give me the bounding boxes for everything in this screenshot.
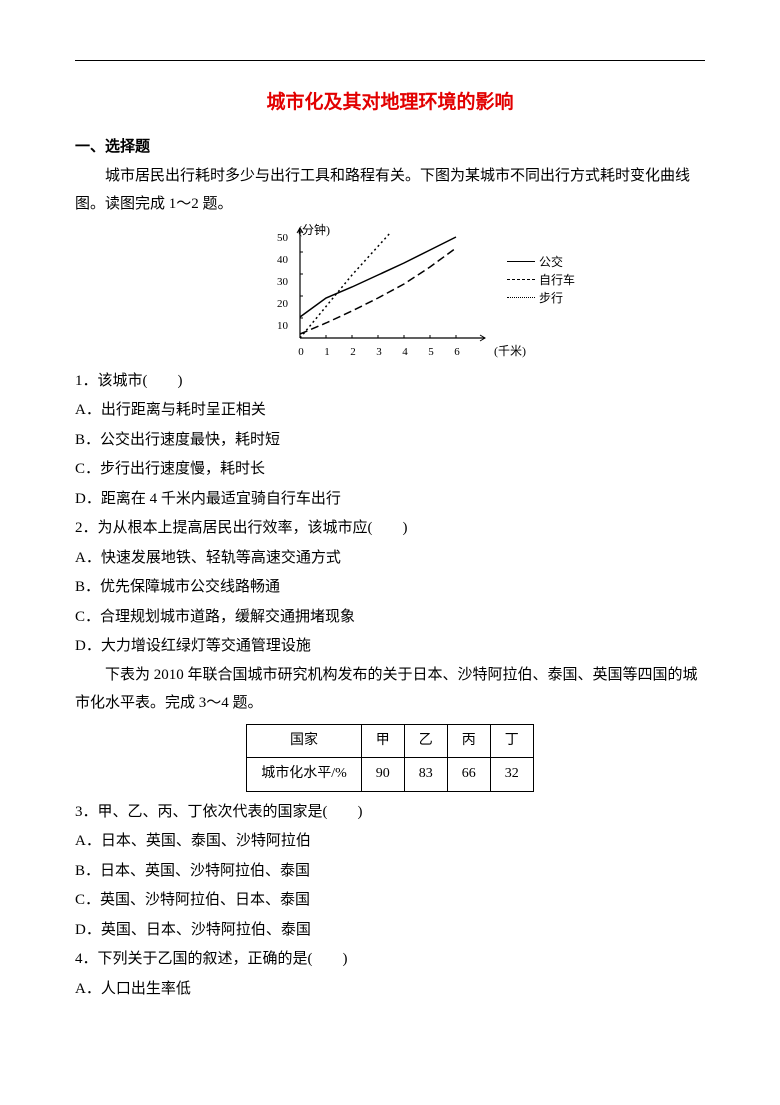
table-cell: 城市化水平/% xyxy=(247,758,362,792)
q4-stem: 4．下列关于乙国的叙述，正确的是( ) xyxy=(75,945,705,974)
q3-opt-b: B．日本、英国、沙特阿拉伯、泰国 xyxy=(75,857,705,886)
legend-item: 公交 xyxy=(507,253,575,271)
table-row: 国家 甲 乙 丙 丁 xyxy=(247,724,534,758)
q3-opt-a: A．日本、英国、泰国、沙特阿拉伯 xyxy=(75,827,705,856)
legend-label: 步行 xyxy=(539,289,563,307)
table-cell: 83 xyxy=(404,758,447,792)
page-title: 城市化及其对地理环境的影响 xyxy=(75,85,705,121)
x-tick: 4 xyxy=(392,342,418,363)
y-tick: 40 xyxy=(268,255,288,277)
x-axis-label: (千米) xyxy=(494,340,526,363)
section-heading: 一、选择题 xyxy=(75,133,705,162)
x-tick: 1 xyxy=(314,342,340,363)
x-tick: 3 xyxy=(366,342,392,363)
table-cell: 66 xyxy=(447,758,490,792)
legend-label: 自行车 xyxy=(539,271,575,289)
q1-stem: 1．该城市( ) xyxy=(75,367,705,396)
q2-opt-a: A．快速发展地铁、轻轨等高速交通方式 xyxy=(75,544,705,573)
x-tick: 0 xyxy=(288,342,314,363)
q3-opt-c: C．英国、沙特阿拉伯、日本、泰国 xyxy=(75,886,705,915)
legend-label: 公交 xyxy=(539,253,563,271)
table-header: 丁 xyxy=(490,724,533,758)
legend-item: 自行车 xyxy=(507,271,575,289)
q2-stem: 2．为从根本上提高居民出行效率，该城市应( ) xyxy=(75,514,705,543)
q3-opt-d: D．英国、日本、沙特阿拉伯、泰国 xyxy=(75,916,705,945)
y-tick: 30 xyxy=(268,277,288,299)
x-tick: 6 xyxy=(444,342,470,363)
legend-line-icon xyxy=(507,279,535,280)
y-axis-label: (分钟) xyxy=(298,219,330,242)
q1-opt-a: A．出行距离与耗时呈正相关 xyxy=(75,396,705,425)
q2-opt-c: C．合理规划城市道路，缓解交通拥堵现象 xyxy=(75,603,705,632)
chart-legend: 公交 自行车 步行 xyxy=(507,253,575,307)
intro-text-2: 下表为 2010 年联合国城市研究机构发布的关于日本、沙特阿拉伯、泰国、英国等四… xyxy=(75,661,705,718)
table-cell: 90 xyxy=(361,758,404,792)
y-tick: 20 xyxy=(268,299,288,321)
q2-opt-b: B．优先保障城市公交线路畅通 xyxy=(75,573,705,602)
x-ticks: 0 1 2 3 4 5 6 xyxy=(288,342,470,363)
line-chart: (分钟) 50 40 30 20 10 xyxy=(260,223,520,363)
q4-opt-a: A．人口出生率低 xyxy=(75,975,705,1004)
legend-line-icon xyxy=(507,297,535,298)
q1-opt-c: C．步行出行速度慢，耗时长 xyxy=(75,455,705,484)
table-header: 国家 xyxy=(247,724,362,758)
chart-container: (分钟) 50 40 30 20 10 xyxy=(75,223,705,363)
y-ticks: 50 40 30 20 10 xyxy=(268,233,288,343)
data-table: 国家 甲 乙 丙 丁 城市化水平/% 90 83 66 32 xyxy=(246,724,534,792)
q1-opt-d: D．距离在 4 千米内最适宜骑自行车出行 xyxy=(75,485,705,514)
intro-text-1: 城市居民出行耗时多少与出行工具和路程有关。下图为某城市不同出行方式耗时变化曲线图… xyxy=(75,162,705,219)
table-header: 乙 xyxy=(404,724,447,758)
q3-stem: 3．甲、乙、丙、丁依次代表的国家是( ) xyxy=(75,798,705,827)
table-header: 丙 xyxy=(447,724,490,758)
y-tick: 10 xyxy=(268,321,288,343)
q1-opt-b: B．公交出行速度最快，耗时短 xyxy=(75,426,705,455)
y-tick: 50 xyxy=(268,233,288,255)
table-row: 城市化水平/% 90 83 66 32 xyxy=(247,758,534,792)
x-tick: 5 xyxy=(418,342,444,363)
legend-line-icon xyxy=(507,261,535,262)
x-tick: 2 xyxy=(340,342,366,363)
top-rule xyxy=(75,60,705,61)
q2-opt-d: D．大力增设红绿灯等交通管理设施 xyxy=(75,632,705,661)
table-cell: 32 xyxy=(490,758,533,792)
table-header: 甲 xyxy=(361,724,404,758)
legend-item: 步行 xyxy=(507,289,575,307)
